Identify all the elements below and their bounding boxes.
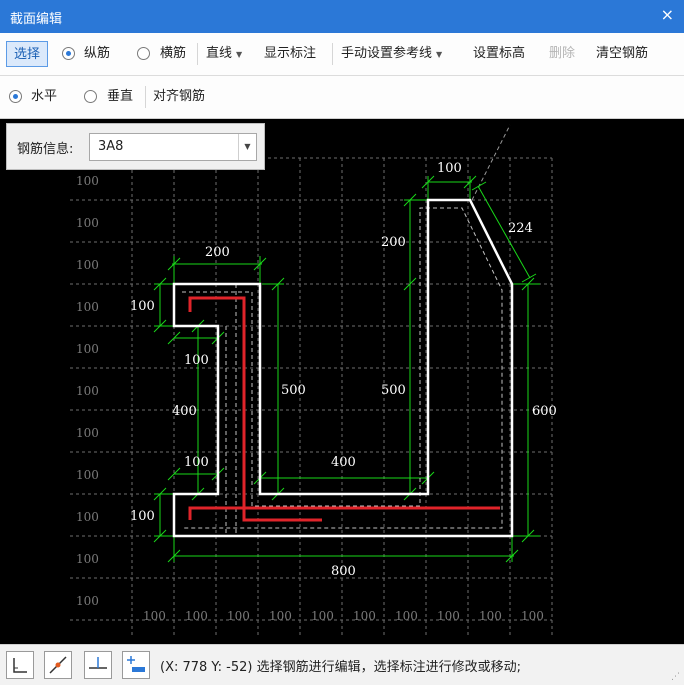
toolbar-divider xyxy=(145,86,146,108)
dim-total-width[interactable]: 800 xyxy=(331,564,356,579)
dim-slope[interactable]: 224 xyxy=(508,221,533,236)
grid-column-label: 100 xyxy=(521,609,544,623)
grid-column-label: 100 xyxy=(353,609,376,623)
dim-top-width[interactable]: 200 xyxy=(205,245,230,260)
resize-grip-icon[interactable]: ⋰ xyxy=(671,672,680,682)
grid-column-label: 100 xyxy=(479,609,502,623)
manual-ref-label: 手动设置参考线 xyxy=(341,46,433,61)
set-elevation-button[interactable]: 设置标高 xyxy=(473,33,525,75)
horizontal-radio[interactable] xyxy=(9,90,22,103)
cursor-coords: (X: 778 Y: -52) xyxy=(160,660,253,675)
horizontal-label[interactable]: 水平 xyxy=(31,76,57,118)
grid-row-label: 100 xyxy=(76,342,99,356)
dim-right-height[interactable]: 600 xyxy=(532,404,557,419)
longitudinal-radio[interactable] xyxy=(62,47,75,60)
select-button[interactable]: 选择 xyxy=(6,41,48,67)
grid xyxy=(70,157,553,636)
dim-inner-left[interactable]: 500 xyxy=(281,383,306,398)
cover-lines xyxy=(182,207,503,536)
align-rebar-button[interactable]: 对齐钢筋 xyxy=(153,76,205,118)
line-dropdown[interactable]: 直线 ▼ xyxy=(206,33,242,75)
reference-line xyxy=(471,124,511,201)
dim-left-notch[interactable]: 100 xyxy=(184,353,209,368)
stirrup-radio[interactable] xyxy=(137,47,150,60)
vertical-radio[interactable] xyxy=(84,90,97,103)
grid-row-label: 100 xyxy=(76,552,99,566)
section-canvas[interactable]: 100 100 100 100 100 100 100 100 100 100 100 100 100 1… xyxy=(0,119,684,644)
show-dims-button[interactable]: 显示标注 xyxy=(264,33,316,75)
dim-left-height[interactable]: 400 xyxy=(172,404,197,419)
window-title: 截面编辑 xyxy=(10,12,63,27)
grid-column-label: 100 xyxy=(143,609,166,623)
caret-down-icon: ▼ xyxy=(236,50,243,59)
rebar-info-label: 钢筋信息: xyxy=(17,142,74,157)
add-point-icon[interactable] xyxy=(122,651,150,679)
rebar-group[interactable] xyxy=(188,296,500,522)
grid-row-label: 100 xyxy=(76,174,99,188)
section-drawing[interactable]: 100 100 100 100 100 100 100 100 100 100 100 100 100 1… xyxy=(0,119,684,644)
dim-inner-right[interactable]: 500 xyxy=(381,383,406,398)
grid-row-label: 100 xyxy=(76,468,99,482)
delete-button[interactable]: 删除 xyxy=(549,33,575,75)
grid-row-label: 100 xyxy=(76,384,99,398)
rebar-top-hook xyxy=(188,296,322,522)
status-message: (X: 778 Y: -52) 选择钢筋进行编辑，选择标注进行修改或移动; xyxy=(160,656,521,675)
longitudinal-label[interactable]: 纵筋 xyxy=(84,33,110,75)
snap-icon[interactable] xyxy=(44,651,72,679)
vertical-label[interactable]: 垂直 xyxy=(107,76,133,118)
rebar-info-combo[interactable]: 3A8 ▼ xyxy=(89,133,257,161)
status-bar: (X: 778 Y: -52) 选择钢筋进行编辑，选择标注进行修改或移动; ⋰ xyxy=(0,644,684,685)
dim-left-step[interactable]: 100 xyxy=(130,299,155,314)
line-label: 直线 xyxy=(206,46,233,61)
stirrup-label[interactable]: 横筋 xyxy=(160,33,186,75)
grid-column-label: 100 xyxy=(227,609,250,623)
perpendicular-icon[interactable] xyxy=(84,651,112,679)
grid-row-label: 100 xyxy=(76,594,99,608)
dim-inner-bottom[interactable]: 400 xyxy=(331,455,356,470)
toolbar-divider xyxy=(197,43,198,65)
toolbar-divider xyxy=(332,43,333,65)
status-hint: 选择钢筋进行编辑，选择标注进行修改或移动; xyxy=(256,660,521,675)
rebar-info-panel: 钢筋信息: 3A8 ▼ xyxy=(6,123,265,170)
clear-rebar-button[interactable]: 清空钢筋 xyxy=(596,33,648,75)
grid-row-label: 100 xyxy=(76,426,99,440)
align-toolbar: 水平 垂直 对齐钢筋 xyxy=(0,76,684,119)
grid-column-label: 100 xyxy=(311,609,334,623)
main-toolbar: 选择 纵筋 横筋 直线 ▼ 显示标注 手动设置参考线 ▼ 设置标高 删除 清空钢筋 xyxy=(0,33,684,76)
dim-right-width[interactable]: 100 xyxy=(437,161,462,176)
grid-row-label: 100 xyxy=(76,258,99,272)
dim-left-lower-notch[interactable]: 100 xyxy=(184,455,209,470)
grid-column-label: 100 xyxy=(185,609,208,623)
dimension-lines xyxy=(153,175,540,563)
chevron-down-icon[interactable]: ▼ xyxy=(238,134,256,160)
caret-down-icon: ▼ xyxy=(436,50,443,59)
ortho-icon[interactable] xyxy=(6,651,34,679)
grid-column-label: 100 xyxy=(437,609,460,623)
close-icon[interactable]: × xyxy=(661,6,674,24)
dim-bottom-left[interactable]: 100 xyxy=(130,509,155,524)
rebar-info-value[interactable]: 3A8 xyxy=(98,139,123,154)
manual-ref-dropdown[interactable]: 手动设置参考线 ▼ xyxy=(341,33,442,75)
dim-right-top[interactable]: 200 xyxy=(381,235,406,250)
grid-row-label: 100 xyxy=(76,510,99,524)
dimension-labels: 200 100 100 400 100 100 500 400 500 200 … xyxy=(130,161,557,579)
title-bar: 截面编辑 × xyxy=(0,0,684,33)
grid-row-label: 100 xyxy=(76,300,99,314)
grid-row-label: 100 xyxy=(76,216,99,230)
grid-column-label: 100 xyxy=(269,609,292,623)
grid-column-label: 100 xyxy=(395,609,418,623)
